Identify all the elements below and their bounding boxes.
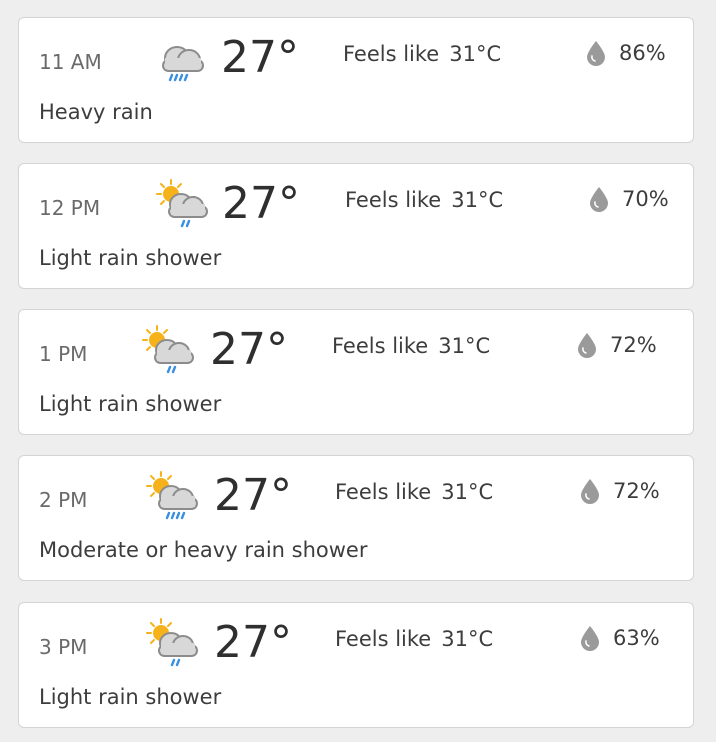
temperature: 27° — [221, 32, 299, 83]
feels-like-label: Feels like — [345, 188, 442, 212]
humidity-value: 72% — [610, 333, 657, 357]
light-rain-shower-icon — [146, 618, 198, 667]
forecast-card: 1 PM 27° Feels like 31°C 72% Light rain s… — [18, 309, 694, 435]
temperature: 27° — [222, 178, 300, 229]
condition-label: Heavy rain — [39, 100, 153, 124]
forecast-card: 12 PM 27° Feels like 31°C 70% Light rain … — [18, 163, 694, 289]
feels-like-value: 31°C — [441, 480, 494, 504]
light-rain-shower-icon — [156, 179, 208, 228]
light-rain-shower-icon — [142, 325, 194, 374]
droplet-icon — [590, 187, 608, 212]
forecast-time: 1 PM — [39, 342, 88, 366]
forecast-time: 12 PM — [39, 196, 101, 220]
humidity-value: 86% — [619, 41, 666, 65]
feels-like-value: 31°C — [449, 42, 502, 66]
feels-like-value: 31°C — [451, 188, 504, 212]
humidity: 86% — [585, 40, 666, 66]
droplet-icon — [578, 333, 596, 358]
droplet-icon — [581, 626, 599, 651]
feels-like-value: 31°C — [441, 627, 494, 651]
forecast-time: 2 PM — [39, 488, 88, 512]
feels-like: Feels like 31°C — [332, 334, 490, 358]
feels-like-label: Feels like — [335, 480, 432, 504]
forecast-time: 3 PM — [39, 635, 88, 659]
feels-like-label: Feels like — [332, 334, 429, 358]
feels-like: Feels like 31°C — [335, 627, 493, 651]
condition-label: Light rain shower — [39, 685, 222, 709]
humidity: 72% — [576, 332, 657, 358]
humidity: 63% — [579, 625, 660, 651]
heavy-rain-shower-icon — [146, 471, 198, 520]
humidity: 72% — [579, 478, 660, 504]
forecast-card: 11 AM 27° Feels like 31°C 86% Heavy rain — [18, 17, 694, 143]
forecast-time: 11 AM — [39, 50, 102, 74]
feels-like: Feels like 31°C — [345, 188, 503, 212]
humidity-value: 63% — [613, 626, 660, 650]
heavy-rain-icon — [162, 46, 204, 82]
condition-label: Moderate or heavy rain shower — [39, 538, 368, 562]
temperature: 27° — [214, 470, 292, 521]
condition-label: Light rain shower — [39, 246, 222, 270]
forecast-card: 2 PM 27° Feels like 31°C 72% Moderate or … — [18, 455, 694, 581]
humidity-value: 72% — [613, 479, 660, 503]
humidity-value: 70% — [622, 187, 669, 211]
feels-like: Feels like 31°C — [343, 42, 501, 66]
feels-like-label: Feels like — [343, 42, 440, 66]
condition-label: Light rain shower — [39, 392, 222, 416]
droplet-icon — [587, 41, 605, 66]
forecast-card: 3 PM 27° Feels like 31°C 63% Light rain s… — [18, 602, 694, 728]
temperature: 27° — [210, 324, 288, 375]
humidity: 70% — [588, 186, 669, 212]
feels-like-value: 31°C — [438, 334, 491, 358]
feels-like: Feels like 31°C — [335, 480, 493, 504]
temperature: 27° — [214, 617, 292, 668]
droplet-icon — [581, 479, 599, 504]
feels-like-label: Feels like — [335, 627, 432, 651]
